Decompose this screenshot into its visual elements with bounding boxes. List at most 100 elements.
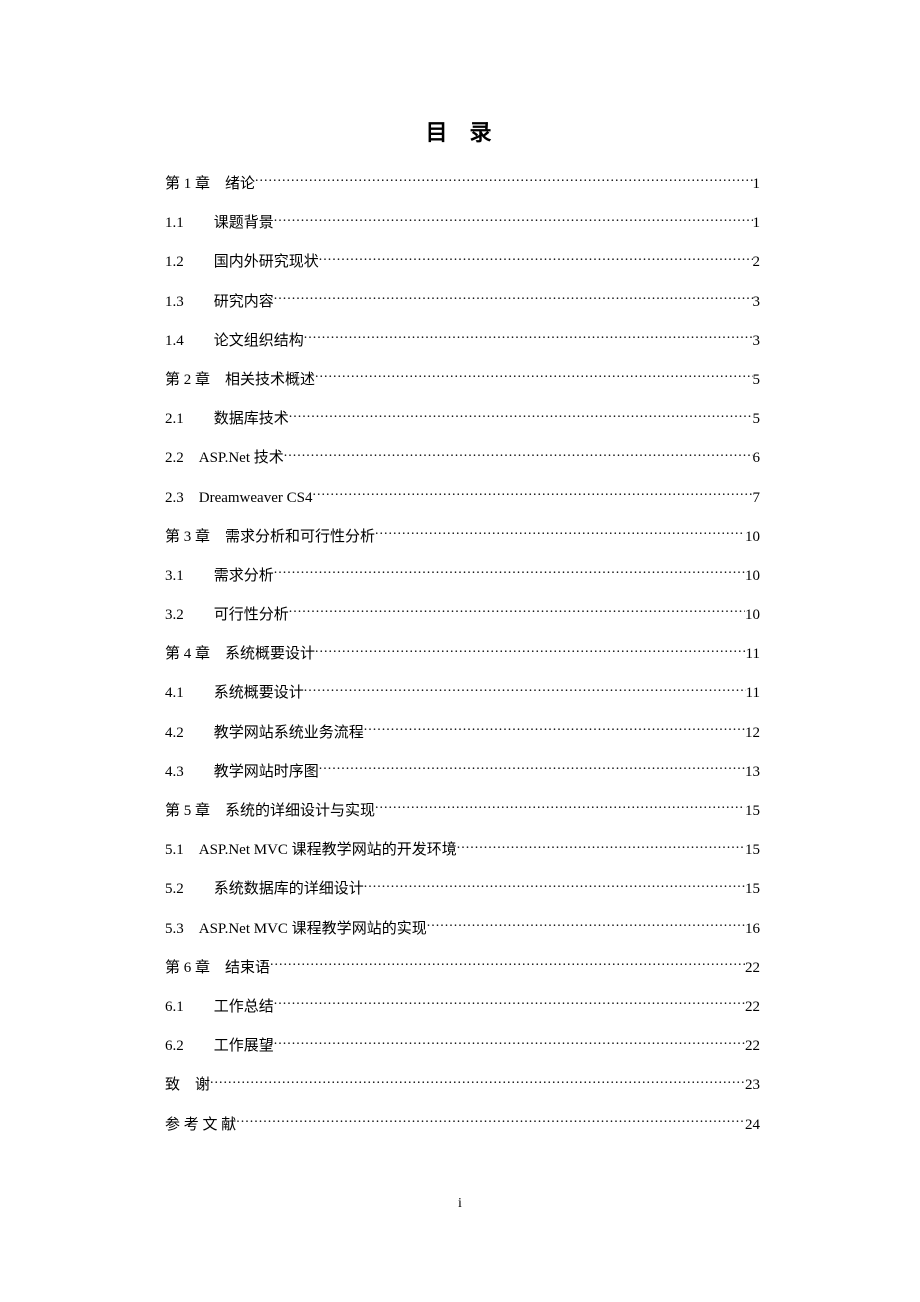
toc-page-number: 23 bbox=[745, 1075, 760, 1096]
toc-leader-dots bbox=[304, 330, 753, 345]
toc-leader-dots bbox=[312, 487, 752, 502]
toc-leader-dots bbox=[315, 369, 752, 384]
toc-leader-dots bbox=[315, 643, 746, 658]
page-number: i bbox=[0, 1196, 920, 1212]
toc-page-number: 15 bbox=[745, 801, 760, 822]
toc-entry: 1.4 论文组织结构 3 bbox=[165, 330, 760, 352]
toc-page-number: 15 bbox=[745, 840, 760, 861]
toc-leader-dots bbox=[236, 1114, 745, 1129]
toc-label: 6.1 工作总结 bbox=[165, 997, 274, 1018]
toc-entry: 6.2 工作展望 22 bbox=[165, 1035, 760, 1057]
toc-entry: 2.1 数据库技术 5 bbox=[165, 408, 760, 430]
toc-label: 2.1 数据库技术 bbox=[165, 409, 289, 430]
toc-leader-dots bbox=[304, 682, 746, 697]
toc-label: 第 1 章 绪论 bbox=[165, 174, 255, 195]
toc-page-number: 22 bbox=[745, 958, 760, 979]
toc-leader-dots bbox=[319, 251, 753, 266]
toc-entry: 4.3 教学网站时序图 13 bbox=[165, 761, 760, 783]
toc-label: 第 6 章 结束语 bbox=[165, 958, 270, 979]
toc-label: 第 3 章 需求分析和可行性分析 bbox=[165, 527, 375, 548]
toc-leader-dots bbox=[274, 565, 745, 580]
document-page: 目 录 第 1 章 绪论 11.1 课题背景 11.2 国内外研究现状 21.3… bbox=[0, 0, 920, 1136]
toc-leader-dots bbox=[255, 173, 752, 188]
toc-leader-dots bbox=[289, 408, 753, 423]
toc-label: 4.2 教学网站系统业务流程 bbox=[165, 723, 364, 744]
toc-leader-dots bbox=[274, 291, 753, 306]
toc-label: 2.2 ASP.Net 技术 bbox=[165, 448, 284, 469]
toc-leader-dots bbox=[427, 918, 745, 933]
toc-leader-dots bbox=[289, 604, 745, 619]
toc-label: 第 2 章 相关技术概述 bbox=[165, 370, 315, 391]
toc-entry: 6.1 工作总结 22 bbox=[165, 996, 760, 1018]
toc-leader-dots bbox=[364, 878, 745, 893]
toc-entry: 1.2 国内外研究现状 2 bbox=[165, 251, 760, 273]
toc-label: 第 5 章 系统的详细设计与实现 bbox=[165, 801, 375, 822]
toc-page-number: 7 bbox=[753, 488, 761, 509]
toc-page-number: 10 bbox=[745, 566, 760, 587]
toc-page-number: 22 bbox=[745, 1036, 760, 1057]
toc-label: 4.3 教学网站时序图 bbox=[165, 762, 319, 783]
toc-entry: 第 6 章 结束语 22 bbox=[165, 957, 760, 979]
toc-leader-dots bbox=[274, 212, 753, 227]
toc-leader-dots bbox=[284, 447, 753, 462]
toc-entry: 3.1 需求分析 10 bbox=[165, 565, 760, 587]
toc-entry: 4.2 教学网站系统业务流程 12 bbox=[165, 722, 760, 744]
toc-label: 参 考 文 献 bbox=[165, 1115, 236, 1136]
toc-leader-dots bbox=[274, 1035, 745, 1050]
toc-entry: 第 3 章 需求分析和可行性分析 10 bbox=[165, 526, 760, 548]
toc-label: 1.3 研究内容 bbox=[165, 292, 274, 313]
toc-leader-dots bbox=[375, 800, 745, 815]
toc-label: 第 4 章 系统概要设计 bbox=[165, 644, 315, 665]
toc-leader-dots bbox=[274, 996, 745, 1011]
toc-entry: 2.2 ASP.Net 技术 6 bbox=[165, 447, 760, 469]
toc-label: 4.1 系统概要设计 bbox=[165, 683, 304, 704]
toc-page-number: 5 bbox=[753, 370, 761, 391]
toc-label: 5.1 ASP.Net MVC 课程教学网站的开发环境 bbox=[165, 840, 457, 861]
toc-entry: 致 谢 23 bbox=[165, 1074, 760, 1096]
toc-label: 1.2 国内外研究现状 bbox=[165, 252, 319, 273]
toc-page-number: 13 bbox=[745, 762, 760, 783]
toc-leader-dots bbox=[457, 839, 745, 854]
toc-page-number: 5 bbox=[753, 409, 761, 430]
toc-label: 1.4 论文组织结构 bbox=[165, 331, 304, 352]
toc-label: 2.3 Dreamweaver CS4 bbox=[165, 488, 312, 509]
toc-leader-dots bbox=[364, 722, 745, 737]
toc-page-number: 11 bbox=[746, 683, 760, 704]
toc-entry: 第 5 章 系统的详细设计与实现 15 bbox=[165, 800, 760, 822]
toc-label: 致 谢 bbox=[165, 1075, 210, 1096]
toc-page-number: 24 bbox=[745, 1115, 760, 1136]
page-title: 目 录 bbox=[165, 115, 760, 147]
toc-page-number: 11 bbox=[746, 644, 760, 665]
toc-label: 5.2 系统数据库的详细设计 bbox=[165, 879, 364, 900]
toc-entry: 5.2 系统数据库的详细设计 15 bbox=[165, 878, 760, 900]
toc-entry: 3.2 可行性分析 10 bbox=[165, 604, 760, 626]
toc-page-number: 16 bbox=[745, 919, 760, 940]
toc-page-number: 15 bbox=[745, 879, 760, 900]
toc-page-number: 10 bbox=[745, 527, 760, 548]
toc-page-number: 22 bbox=[745, 997, 760, 1018]
toc-leader-dots bbox=[319, 761, 745, 776]
toc-label: 5.3 ASP.Net MVC 课程教学网站的实现 bbox=[165, 919, 427, 940]
toc-label: 3.1 需求分析 bbox=[165, 566, 274, 587]
toc-label: 1.1 课题背景 bbox=[165, 213, 274, 234]
toc-leader-dots bbox=[210, 1074, 745, 1089]
toc-label: 3.2 可行性分析 bbox=[165, 605, 289, 626]
toc-entry: 1.1 课题背景 1 bbox=[165, 212, 760, 234]
toc-page-number: 2 bbox=[753, 252, 761, 273]
toc-page-number: 6 bbox=[753, 448, 761, 469]
toc-page-number: 3 bbox=[753, 292, 761, 313]
toc-page-number: 10 bbox=[745, 605, 760, 626]
toc-page-number: 3 bbox=[753, 331, 761, 352]
toc-entry: 第 4 章 系统概要设计 11 bbox=[165, 643, 760, 665]
toc-entry: 第 2 章 相关技术概述 5 bbox=[165, 369, 760, 391]
toc-leader-dots bbox=[375, 526, 745, 541]
toc-page-number: 1 bbox=[753, 213, 761, 234]
table-of-contents: 第 1 章 绪论 11.1 课题背景 11.2 国内外研究现状 21.3 研究内… bbox=[165, 173, 760, 1136]
toc-entry: 第 1 章 绪论 1 bbox=[165, 173, 760, 195]
toc-entry: 4.1 系统概要设计 11 bbox=[165, 682, 760, 704]
toc-entry: 1.3 研究内容 3 bbox=[165, 291, 760, 313]
toc-page-number: 12 bbox=[745, 723, 760, 744]
toc-entry: 2.3 Dreamweaver CS4 7 bbox=[165, 487, 760, 509]
toc-page-number: 1 bbox=[753, 174, 761, 195]
toc-entry: 5.3 ASP.Net MVC 课程教学网站的实现 16 bbox=[165, 918, 760, 940]
